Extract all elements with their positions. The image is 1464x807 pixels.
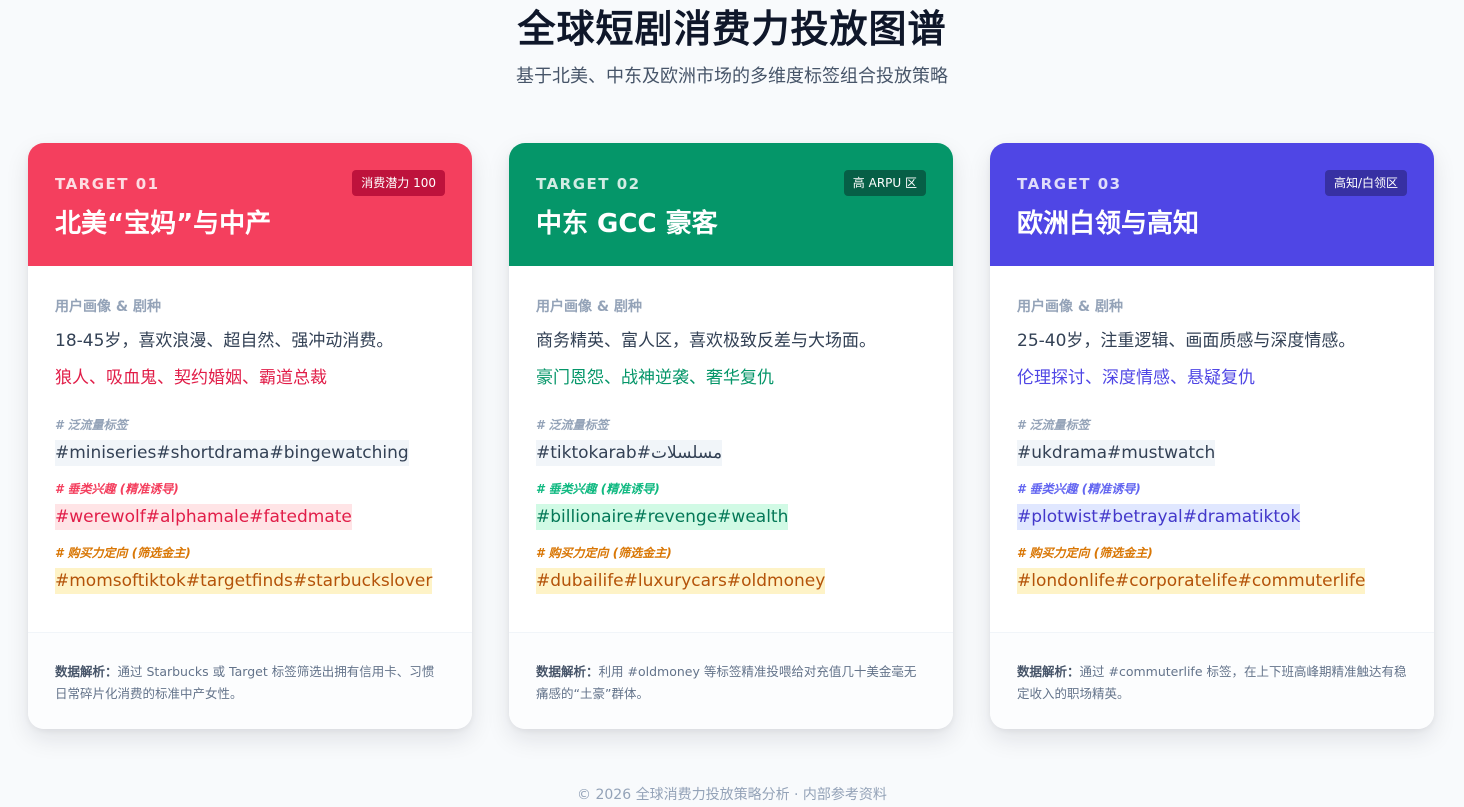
genre-text: 狼人、吸血鬼、契约婚姻、霸道总裁 xyxy=(55,368,327,388)
potential-badge: 消费潜力 100 xyxy=(352,170,445,196)
niche-tags: #billionaire#revenge#wealth xyxy=(536,504,789,530)
card-analysis: 数据解析：通过 #commuterlife 标签，在上下班高峰期精准触达有稳定收… xyxy=(990,632,1434,729)
profile-label: 用户画像 & 剧种 xyxy=(1017,299,1123,315)
profile-text: 25-40岁，注重逻辑、画面质感与深度情感。 xyxy=(1017,331,1356,351)
card-title: 中东 GCC 豪客 xyxy=(536,209,718,239)
card-header: TARGET 03 高知/白领区 欧洲白领与高知 xyxy=(990,143,1434,266)
card-body: 用户画像 & 剧种 18-45岁，喜欢浪漫、超自然、强冲动消费。 狼人、吸血鬼、… xyxy=(28,266,472,632)
broad-tags: #tiktokarab#مسلسلات xyxy=(536,440,723,466)
profile-text: 商务精英、富人区，喜欢极致反差与大场面。 xyxy=(536,331,876,351)
target-card-middle-east: TARGET 02 高 ARPU 区 中东 GCC 豪客 用户画像 & 剧种 商… xyxy=(509,143,953,729)
purchase-tags: #momsoftiktok#targetfinds#starbuckslover xyxy=(55,568,433,594)
purchase-tags: #londonlife#corporatelife#commuterlife xyxy=(1017,568,1366,594)
niche-tag-label: # 垂类兴趣 (精准诱导) xyxy=(55,482,179,496)
target-cards: TARGET 01 消费潜力 100 北美“宝妈”与中产 用户画像 & 剧种 1… xyxy=(28,143,1434,729)
page-title: 全球短剧消费力投放图谱 xyxy=(517,7,947,51)
card-title: 欧洲白领与高知 xyxy=(1017,209,1200,239)
card-header: TARGET 01 消费潜力 100 北美“宝妈”与中产 xyxy=(28,143,472,266)
broad-tag-label: # 泛流量标签 xyxy=(55,418,128,432)
card-analysis: 数据解析：利用 #oldmoney 等标签精准投喂给对充值几十美金毫无痛感的“土… xyxy=(509,632,953,729)
profile-label: 用户画像 & 剧种 xyxy=(536,299,642,315)
broad-tags: #miniseries#shortdrama#bingewatching xyxy=(55,440,409,466)
purchase-tag-label: # 购买力定向 (筛选金主) xyxy=(536,546,672,560)
niche-tags: #plotwist#betrayal#dramatiktok xyxy=(1017,504,1301,530)
profile-text: 18-45岁，喜欢浪漫、超自然、强冲动消费。 xyxy=(55,331,394,351)
broad-tags: #ukdrama#mustwatch xyxy=(1017,440,1216,466)
page-footer: © 2026 全球消费力投放策略分析 · 内部参考资料 xyxy=(577,787,887,803)
purchase-tag-label: # 购买力定向 (筛选金主) xyxy=(1017,546,1153,560)
purchase-tag-label: # 购买力定向 (筛选金主) xyxy=(55,546,191,560)
target-card-europe: TARGET 03 高知/白领区 欧洲白领与高知 用户画像 & 剧种 25-40… xyxy=(990,143,1434,729)
profile-label: 用户画像 & 剧种 xyxy=(55,299,161,315)
potential-badge: 高 ARPU 区 xyxy=(843,170,926,196)
card-title: 北美“宝妈”与中产 xyxy=(55,209,272,239)
target-card-north-america: TARGET 01 消费潜力 100 北美“宝妈”与中产 用户画像 & 剧种 1… xyxy=(28,143,472,729)
potential-badge: 高知/白领区 xyxy=(1324,170,1407,196)
card-analysis: 数据解析：通过 Starbucks 或 Target 标签筛选出拥有信用卡、习惯… xyxy=(28,632,472,729)
analysis-label: 数据解析： xyxy=(1017,664,1080,679)
analysis-label: 数据解析： xyxy=(55,664,118,679)
niche-tags: #werewolf#alphamale#fatedmate xyxy=(55,504,352,530)
niche-tag-label: # 垂类兴趣 (精准诱导) xyxy=(536,482,660,496)
genre-text: 伦理探讨、深度情感、悬疑复仇 xyxy=(1017,368,1255,388)
broad-tag-label: # 泛流量标签 xyxy=(536,418,609,432)
purchase-tags: #dubailife#luxurycars#oldmoney xyxy=(536,568,826,594)
analysis-label: 数据解析： xyxy=(536,664,599,679)
page-subtitle: 基于北美、中东及欧洲市场的多维度标签组合投放策略 xyxy=(516,66,948,87)
niche-tag-label: # 垂类兴趣 (精准诱导) xyxy=(1017,482,1141,496)
card-header: TARGET 02 高 ARPU 区 中东 GCC 豪客 xyxy=(509,143,953,266)
card-body: 用户画像 & 剧种 25-40岁，注重逻辑、画面质感与深度情感。 伦理探讨、深度… xyxy=(990,266,1434,632)
broad-tag-label: # 泛流量标签 xyxy=(1017,418,1090,432)
genre-text: 豪门恩怨、战神逆袭、奢华复仇 xyxy=(536,368,774,388)
card-body: 用户画像 & 剧种 商务精英、富人区，喜欢极致反差与大场面。 豪门恩怨、战神逆袭… xyxy=(509,266,953,632)
